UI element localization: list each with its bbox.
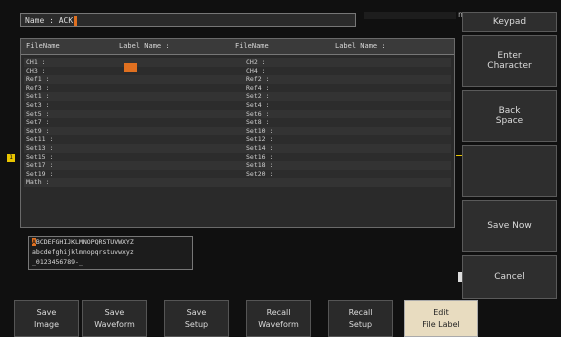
enter-label: Enter [497, 51, 522, 61]
save-now-button[interactable]: Save Now [462, 200, 557, 252]
filename-cell: CH1 : [26, 58, 46, 66]
save-image-button[interactable]: Save Image [14, 300, 79, 337]
edit-file-label-line2: File Label [422, 319, 460, 329]
save-now-label: Save Now [487, 221, 532, 231]
recall-setup-line1: Recall [348, 307, 373, 317]
filename-cell: Set11 : [26, 135, 54, 144]
filename-cell: Set4 : [246, 100, 270, 109]
file-name-field[interactable]: Name : ACK [20, 13, 356, 27]
filename-cell: Set2 : [246, 92, 270, 101]
filename-cell: Set16 : [246, 152, 274, 161]
recall-waveform-line2: Waveform [258, 319, 299, 329]
save-waveform-line2: Waveform [94, 319, 135, 329]
table-row[interactable]: Set5 : Set6 : [24, 109, 451, 119]
keypad-button[interactable]: Keypad [462, 12, 557, 32]
enter-character-button[interactable]: Enter Character [462, 35, 557, 87]
back-space-button[interactable]: Back Space [462, 90, 557, 142]
filename-cell: Set7 : [26, 118, 50, 127]
filename-cell: Set14 : [246, 143, 274, 152]
filename-cell: Set9 : [26, 126, 50, 135]
header-labelname-2: Label Name : [335, 42, 386, 50]
save-image-line2: Image [33, 319, 60, 329]
table-row[interactable]: Set17 : Set18 : [24, 161, 451, 170]
back-label: Back [498, 106, 521, 116]
filename-cell: Ref4 : [246, 83, 270, 92]
space-label: Space [495, 116, 524, 126]
filename-cell: Ref2 : [246, 75, 270, 84]
filename-cell: Set8 : [246, 118, 270, 127]
recall-setup-button[interactable]: Recall Setup [328, 300, 393, 337]
charset-line-uppercase: ABCDEFGHIJKLMNOPQRSTUVWXYZ [32, 237, 192, 247]
filename-cell: CH3 : [26, 66, 46, 75]
table-row[interactable]: Set19 : Set20 : [24, 169, 451, 179]
cancel-button[interactable]: Cancel [462, 255, 557, 299]
charset-line-lowercase[interactable]: abcdefghijklmnopqrstuvwxyz [32, 247, 192, 257]
table-row[interactable]: Set13 : Set14 : [24, 143, 451, 153]
save-image-line1: Save [36, 307, 57, 317]
table-row[interactable]: Math : [24, 178, 451, 187]
character-set-panel[interactable]: ABCDEFGHIJKLMNOPQRSTUVWXYZ abcdefghijklm… [28, 236, 193, 270]
side-menu: Keypad Enter Character Back Space Save Now… [462, 8, 557, 300]
filename-cell: Set12 : [246, 135, 274, 144]
filename-cell: CH2 : [246, 58, 266, 66]
filename-cell: CH4 : [246, 66, 266, 75]
channel-1-marker: 1 [7, 154, 15, 162]
character-label: Character [487, 61, 532, 71]
save-waveform-button[interactable]: Save Waveform [82, 300, 147, 337]
filename-cell: Set5 : [26, 109, 50, 118]
edit-file-label-button[interactable]: Edit File Label [404, 300, 478, 337]
filename-cell: Set20 : [246, 169, 274, 178]
header-filename-1: FileName [26, 42, 60, 50]
filename-cell: Set10 : [246, 126, 274, 135]
filename-cell: Set1 : [26, 92, 50, 101]
recall-waveform-line1: Recall [266, 307, 291, 317]
save-waveform-line1: Save [104, 307, 125, 317]
filename-cell: Set18 : [246, 161, 274, 170]
charset-line-digits[interactable]: _0123456789-_ [32, 257, 192, 267]
selected-label-cell[interactable] [124, 63, 137, 72]
header-filename-2: FileName [235, 42, 269, 50]
table-row[interactable]: Ref3 : Ref4 : [24, 83, 451, 93]
header-labelname-1: Label Name : [119, 42, 170, 50]
save-setup-line2: Setup [184, 319, 209, 329]
save-setup-button[interactable]: Save Setup [164, 300, 229, 337]
table-row[interactable]: Set11 : Set12 : [24, 135, 451, 144]
text-cursor [74, 15, 78, 26]
table-header: FileName Label Name : FileName Label Nam… [21, 39, 454, 55]
file-label-table: FileName Label Name : FileName Label Nam… [20, 38, 455, 228]
table-rows: CH1 : CH2 : CH3 : CH4 : Ref1 : Ref2 : Ref3 : Re… [24, 58, 451, 187]
filename-cell: Set19 : [26, 169, 54, 178]
table-row[interactable]: Ref1 : Ref2 : [24, 75, 451, 84]
edit-file-label-line1: Edit [433, 307, 449, 317]
filename-cell: Set6 : [246, 109, 270, 118]
empty-side-button[interactable] [462, 145, 557, 197]
file-name-text: Name : ACK [25, 16, 74, 25]
filename-cell: Math : [26, 178, 50, 187]
filename-cell: Set15 : [26, 152, 54, 161]
table-row[interactable]: Set1 : Set2 : [24, 92, 451, 101]
table-row[interactable]: Set3 : Set4 : [24, 100, 451, 110]
recall-setup-line2: Setup [348, 319, 373, 329]
table-row[interactable]: Set7 : Set8 : [24, 118, 451, 127]
filename-cell: Ref3 : [26, 83, 50, 92]
filename-cell: Set13 : [26, 143, 54, 152]
keypad-label: Keypad [492, 17, 527, 27]
table-row[interactable]: Set9 : Set10 : [24, 126, 451, 136]
table-row[interactable]: CH3 : CH4 : [24, 66, 451, 76]
filename-cell: Set17 : [26, 161, 54, 170]
filename-cell: Set3 : [26, 100, 50, 109]
top-status-strip [364, 12, 456, 19]
uppercase-characters[interactable]: BCDEFGHIJKLMNOPQRSTUVWXYZ [36, 238, 134, 246]
cancel-label: Cancel [494, 272, 525, 282]
save-setup-line1: Save [186, 307, 207, 317]
filename-cell: Ref1 : [26, 75, 50, 84]
table-row[interactable]: CH1 : CH2 : [24, 58, 451, 67]
bottom-menu-bar: Save Image Save Waveform Save Setup Recall W… [8, 300, 552, 337]
table-row[interactable]: Set15 : Set16 : [24, 152, 451, 162]
recall-waveform-button[interactable]: Recall Waveform [246, 300, 311, 337]
